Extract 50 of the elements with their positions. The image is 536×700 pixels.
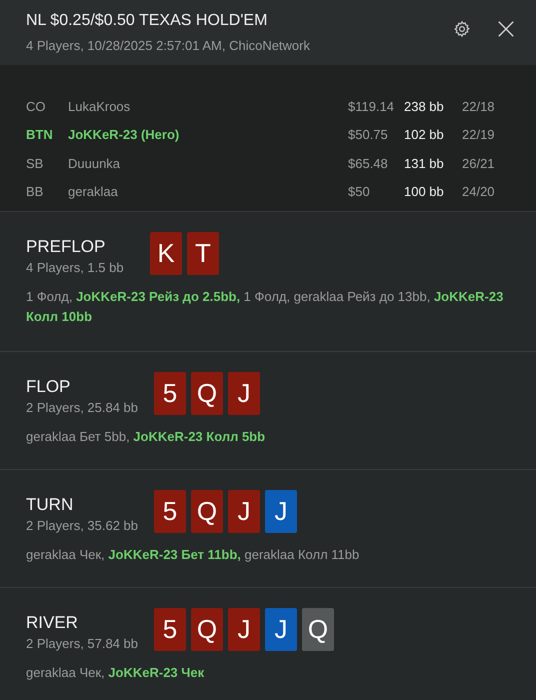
street-name: PREFLOP	[26, 237, 106, 257]
player-position: BB	[26, 184, 44, 200]
playing-card: 5	[154, 372, 186, 415]
playing-card: J	[265, 490, 298, 533]
street-name: FLOP	[26, 377, 72, 397]
playing-card: J	[228, 608, 260, 651]
street-actions: geraklaa Бет 5bb, JoKKeR-23 Колл 5bb	[26, 428, 266, 446]
street-info: 2 Players, 57.84 bb	[26, 636, 138, 651]
player-position: CO	[26, 98, 46, 114]
player-stack: $50.75	[348, 127, 389, 142]
player-stats: 22/19	[462, 127, 496, 142]
street-info: 2 Players, 35.62 bb	[26, 518, 138, 533]
close-icon[interactable]	[497, 20, 515, 38]
hand-info: 4 Players, 10/28/2025 2:57:01 AM, ChicoNetwork	[26, 38, 311, 53]
player-position: BTN	[26, 127, 54, 142]
player-stack: $119.14	[348, 98, 396, 114]
street-name: TURN	[26, 495, 74, 515]
player-stats: 26/21	[462, 156, 496, 171]
player-stack: $65.48	[348, 156, 389, 171]
player-big-blinds: 131 bb	[404, 156, 445, 171]
player-name: geraklaa	[68, 184, 119, 200]
player-position: SB	[26, 156, 44, 171]
playing-card: Q	[191, 490, 224, 533]
player-name: Duuunka	[68, 156, 122, 171]
player-big-blinds: 100 bb	[404, 184, 445, 200]
street-actions: 1 Фолд, JoKKeR-23 Рейз до 2.5bb, 1 Фолд, geraklaa Рейз до 13bb, JoKKeR-23 Колл 10bb	[26, 288, 504, 326]
player-name: LukaKroos	[68, 98, 132, 114]
playing-card: Q	[191, 608, 224, 651]
playing-card: J	[265, 608, 298, 651]
playing-card: 5	[154, 608, 186, 651]
street-actions: geraklaa Чек, JoKKeR-23 Бет 11bb, geraklaa Колл 11bb	[26, 546, 360, 564]
player-big-blinds: 102 bb	[404, 127, 445, 142]
playing-card: J	[228, 490, 260, 533]
player-stats: 22/18	[462, 98, 496, 114]
playing-card: Q	[191, 372, 224, 415]
playing-card: J	[228, 372, 260, 415]
player-big-blinds: 238 bb	[404, 98, 445, 114]
playing-card: T	[187, 232, 219, 275]
playing-card: K	[150, 232, 182, 275]
playing-card: Q	[302, 608, 334, 651]
player-stack: $50	[348, 184, 371, 200]
player-stats: 24/20	[462, 184, 496, 200]
street-info: 4 Players, 1.5 bb	[26, 260, 125, 275]
window-title: NL $0.25/$0.50 TEXAS HOLD'EM	[26, 12, 268, 30]
street-info: 2 Players, 25.84 bb	[26, 400, 138, 415]
street-name: RIVER	[26, 613, 79, 633]
settings-icon[interactable]	[453, 20, 471, 38]
player-name: JoKKeR-23 (Hero)	[68, 127, 180, 142]
street-actions: geraklaa Чек, JoKKeR-23 Чек	[26, 664, 206, 682]
playing-card: 5	[154, 490, 186, 533]
